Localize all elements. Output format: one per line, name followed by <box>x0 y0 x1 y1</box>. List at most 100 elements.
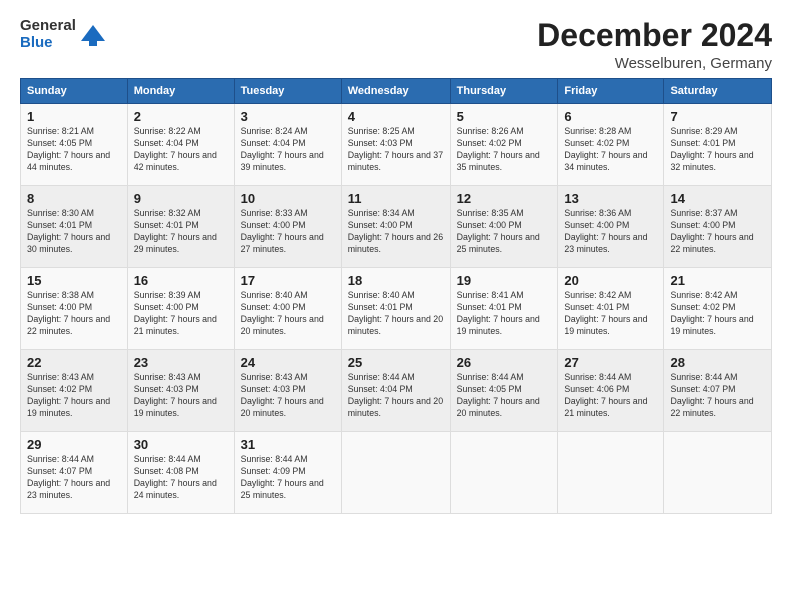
calendar-week-row: 8 Sunrise: 8:30 AMSunset: 4:01 PMDayligh… <box>21 186 772 268</box>
table-row <box>664 432 772 514</box>
day-number: 19 <box>457 273 552 288</box>
day-number: 23 <box>134 355 228 370</box>
day-info: Sunrise: 8:44 AMSunset: 4:06 PMDaylight:… <box>564 372 647 418</box>
day-info: Sunrise: 8:22 AMSunset: 4:04 PMDaylight:… <box>134 126 217 172</box>
day-number: 14 <box>670 191 765 206</box>
day-number: 11 <box>348 191 444 206</box>
table-row: 27 Sunrise: 8:44 AMSunset: 4:06 PMDaylig… <box>558 350 664 432</box>
header: General Blue December 2024 Wesselburen, … <box>20 18 772 72</box>
day-number: 9 <box>134 191 228 206</box>
days-header-row: Sunday Monday Tuesday Wednesday Thursday… <box>21 79 772 104</box>
day-info: Sunrise: 8:29 AMSunset: 4:01 PMDaylight:… <box>670 126 753 172</box>
table-row <box>450 432 558 514</box>
day-number: 22 <box>27 355 121 370</box>
table-row: 23 Sunrise: 8:43 AMSunset: 4:03 PMDaylig… <box>127 350 234 432</box>
day-number: 21 <box>670 273 765 288</box>
table-row: 2 Sunrise: 8:22 AMSunset: 4:04 PMDayligh… <box>127 104 234 186</box>
table-row: 13 Sunrise: 8:36 AMSunset: 4:00 PMDaylig… <box>558 186 664 268</box>
title-block: December 2024 Wesselburen, Germany <box>537 18 772 72</box>
table-row: 7 Sunrise: 8:29 AMSunset: 4:01 PMDayligh… <box>664 104 772 186</box>
table-row: 20 Sunrise: 8:42 AMSunset: 4:01 PMDaylig… <box>558 268 664 350</box>
day-number: 3 <box>241 109 335 124</box>
day-number: 4 <box>348 109 444 124</box>
day-number: 26 <box>457 355 552 370</box>
table-row: 15 Sunrise: 8:38 AMSunset: 4:00 PMDaylig… <box>21 268 128 350</box>
table-row: 11 Sunrise: 8:34 AMSunset: 4:00 PMDaylig… <box>341 186 450 268</box>
table-row: 24 Sunrise: 8:43 AMSunset: 4:03 PMDaylig… <box>234 350 341 432</box>
day-number: 2 <box>134 109 228 124</box>
calendar-table: Sunday Monday Tuesday Wednesday Thursday… <box>20 78 772 514</box>
header-tuesday: Tuesday <box>234 79 341 104</box>
table-row: 22 Sunrise: 8:43 AMSunset: 4:02 PMDaylig… <box>21 350 128 432</box>
table-row: 28 Sunrise: 8:44 AMSunset: 4:07 PMDaylig… <box>664 350 772 432</box>
table-row: 12 Sunrise: 8:35 AMSunset: 4:00 PMDaylig… <box>450 186 558 268</box>
header-wednesday: Wednesday <box>341 79 450 104</box>
day-info: Sunrise: 8:28 AMSunset: 4:02 PMDaylight:… <box>564 126 647 172</box>
day-info: Sunrise: 8:30 AMSunset: 4:01 PMDaylight:… <box>27 208 110 254</box>
table-row: 26 Sunrise: 8:44 AMSunset: 4:05 PMDaylig… <box>450 350 558 432</box>
day-info: Sunrise: 8:40 AMSunset: 4:00 PMDaylight:… <box>241 290 324 336</box>
calendar-week-row: 15 Sunrise: 8:38 AMSunset: 4:00 PMDaylig… <box>21 268 772 350</box>
day-number: 6 <box>564 109 657 124</box>
table-row: 25 Sunrise: 8:44 AMSunset: 4:04 PMDaylig… <box>341 350 450 432</box>
day-number: 28 <box>670 355 765 370</box>
header-monday: Monday <box>127 79 234 104</box>
day-info: Sunrise: 8:38 AMSunset: 4:00 PMDaylight:… <box>27 290 110 336</box>
table-row: 1 Sunrise: 8:21 AMSunset: 4:05 PMDayligh… <box>21 104 128 186</box>
day-info: Sunrise: 8:44 AMSunset: 4:07 PMDaylight:… <box>27 454 110 500</box>
day-info: Sunrise: 8:41 AMSunset: 4:01 PMDaylight:… <box>457 290 540 336</box>
table-row <box>558 432 664 514</box>
header-sunday: Sunday <box>21 79 128 104</box>
day-number: 15 <box>27 273 121 288</box>
day-info: Sunrise: 8:34 AMSunset: 4:00 PMDaylight:… <box>348 208 443 254</box>
table-row <box>341 432 450 514</box>
day-number: 17 <box>241 273 335 288</box>
day-info: Sunrise: 8:42 AMSunset: 4:02 PMDaylight:… <box>670 290 753 336</box>
day-info: Sunrise: 8:35 AMSunset: 4:00 PMDaylight:… <box>457 208 540 254</box>
month-title: December 2024 <box>537 18 772 53</box>
day-number: 13 <box>564 191 657 206</box>
day-number: 12 <box>457 191 552 206</box>
day-info: Sunrise: 8:40 AMSunset: 4:01 PMDaylight:… <box>348 290 443 336</box>
logo-blue: Blue <box>20 35 53 52</box>
day-info: Sunrise: 8:32 AMSunset: 4:01 PMDaylight:… <box>134 208 217 254</box>
calendar-week-row: 1 Sunrise: 8:21 AMSunset: 4:05 PMDayligh… <box>21 104 772 186</box>
day-info: Sunrise: 8:44 AMSunset: 4:04 PMDaylight:… <box>348 372 443 418</box>
day-info: Sunrise: 8:43 AMSunset: 4:03 PMDaylight:… <box>241 372 324 418</box>
table-row: 5 Sunrise: 8:26 AMSunset: 4:02 PMDayligh… <box>450 104 558 186</box>
table-row: 31 Sunrise: 8:44 AMSunset: 4:09 PMDaylig… <box>234 432 341 514</box>
day-number: 27 <box>564 355 657 370</box>
day-info: Sunrise: 8:44 AMSunset: 4:09 PMDaylight:… <box>241 454 324 500</box>
table-row: 30 Sunrise: 8:44 AMSunset: 4:08 PMDaylig… <box>127 432 234 514</box>
page: General Blue December 2024 Wesselburen, … <box>0 0 792 524</box>
day-info: Sunrise: 8:25 AMSunset: 4:03 PMDaylight:… <box>348 126 443 172</box>
day-info: Sunrise: 8:33 AMSunset: 4:00 PMDaylight:… <box>241 208 324 254</box>
day-number: 10 <box>241 191 335 206</box>
day-number: 7 <box>670 109 765 124</box>
day-number: 20 <box>564 273 657 288</box>
table-row: 10 Sunrise: 8:33 AMSunset: 4:00 PMDaylig… <box>234 186 341 268</box>
table-row: 19 Sunrise: 8:41 AMSunset: 4:01 PMDaylig… <box>450 268 558 350</box>
day-number: 16 <box>134 273 228 288</box>
day-number: 25 <box>348 355 444 370</box>
day-info: Sunrise: 8:39 AMSunset: 4:00 PMDaylight:… <box>134 290 217 336</box>
location-title: Wesselburen, Germany <box>537 55 772 72</box>
day-info: Sunrise: 8:36 AMSunset: 4:00 PMDaylight:… <box>564 208 647 254</box>
day-info: Sunrise: 8:44 AMSunset: 4:08 PMDaylight:… <box>134 454 217 500</box>
day-info: Sunrise: 8:43 AMSunset: 4:03 PMDaylight:… <box>134 372 217 418</box>
day-info: Sunrise: 8:26 AMSunset: 4:02 PMDaylight:… <box>457 126 540 172</box>
day-number: 29 <box>27 437 121 452</box>
day-info: Sunrise: 8:37 AMSunset: 4:00 PMDaylight:… <box>670 208 753 254</box>
table-row: 21 Sunrise: 8:42 AMSunset: 4:02 PMDaylig… <box>664 268 772 350</box>
day-info: Sunrise: 8:43 AMSunset: 4:02 PMDaylight:… <box>27 372 110 418</box>
day-info: Sunrise: 8:24 AMSunset: 4:04 PMDaylight:… <box>241 126 324 172</box>
calendar-week-row: 29 Sunrise: 8:44 AMSunset: 4:07 PMDaylig… <box>21 432 772 514</box>
day-number: 5 <box>457 109 552 124</box>
header-friday: Friday <box>558 79 664 104</box>
header-saturday: Saturday <box>664 79 772 104</box>
table-row: 3 Sunrise: 8:24 AMSunset: 4:04 PMDayligh… <box>234 104 341 186</box>
logo-general: General <box>20 18 76 35</box>
table-row: 9 Sunrise: 8:32 AMSunset: 4:01 PMDayligh… <box>127 186 234 268</box>
day-number: 1 <box>27 109 121 124</box>
day-info: Sunrise: 8:42 AMSunset: 4:01 PMDaylight:… <box>564 290 647 336</box>
